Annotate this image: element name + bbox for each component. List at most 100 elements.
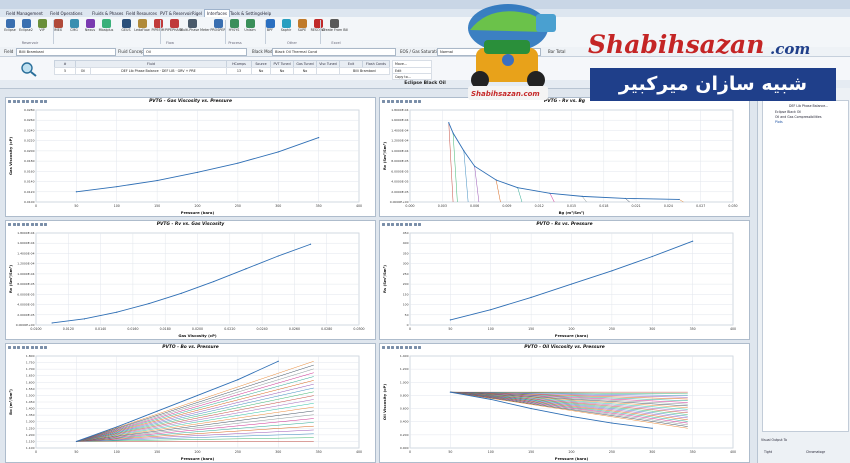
x-tick-label: 350: [690, 450, 696, 454]
chart-title: PVTG - Gas Viscosity vs. Pressure: [149, 99, 232, 104]
tab-help[interactable]: Help: [260, 10, 273, 17]
cell-type[interactable]: Oil: [75, 67, 91, 75]
radio-chromatogr[interactable]: Chromatogr: [806, 450, 825, 454]
tab-rigel[interactable]: Rigel: [190, 10, 204, 17]
data-point: [463, 150, 465, 152]
model-select[interactable]: Black Oil Thermal Cond: [272, 48, 396, 56]
x-tick-label: 0.000: [405, 204, 414, 208]
x-tick-label: 350: [316, 450, 322, 454]
cell-hcomps[interactable]: 13: [226, 67, 252, 75]
x-tick-label: 350: [690, 327, 696, 331]
x-tick-label: 50: [74, 450, 78, 454]
x-tick-label: 0: [35, 450, 37, 454]
data-point: [452, 132, 454, 134]
create-button[interactable]: Create From Bill: [322, 19, 348, 41]
y-tick-label: 1.6000E-04: [391, 118, 408, 122]
cell-visc-tuned[interactable]: [316, 67, 340, 75]
x-tick-label: 0.0120: [63, 327, 74, 331]
undersaturated-curve: [495, 179, 501, 203]
cell-gas-tuned[interactable]: No: [293, 67, 317, 75]
x-tick-label: 400: [730, 327, 736, 331]
x-tick-label: 400: [356, 204, 362, 208]
mbal-button[interactable]: Mbalplus: [98, 19, 114, 41]
y-tick-label: 1.400: [26, 407, 35, 411]
x-tick-label: 0.0300: [353, 327, 364, 331]
x-tick-label: 300: [275, 450, 281, 454]
cell-source[interactable]: No: [251, 67, 271, 75]
y-axis-label: Rv (Sm³/Sm³): [382, 142, 387, 171]
brand-watermark: Shabihsazan.com Shabihsazan .com شبیه سا…: [440, 0, 850, 112]
tab-field-management[interactable]: Field Management: [4, 10, 45, 17]
y-tick-label: 0.400: [400, 420, 409, 424]
x-tick-label: 150: [154, 450, 160, 454]
tree-item[interactable]: Plots: [775, 120, 783, 124]
undersaturated-curve: [549, 193, 555, 203]
chart-plot[interactable]: 0.000 0.003 0.006 0.009 0.012 0.015 0.018 0.021…: [380, 98, 749, 216]
eos-label: EOS / Gas Saturation: [400, 49, 442, 54]
eclipse2-icon: [21, 19, 31, 28]
x-tick-label: 0.0220: [224, 327, 235, 331]
x-tick-label: 0.0280: [321, 327, 332, 331]
unisim-button[interactable]: Unisim: [242, 19, 258, 41]
tree-item[interactable]: Oil and Gas Compressibilities: [775, 115, 822, 119]
chart-plot[interactable]: 0.0100 0.0120 0.0140 0.0160 0.0180 0.0200 0.02…: [6, 221, 375, 339]
x-tick-label: 0.009: [502, 204, 511, 208]
x-tick-label: 400: [356, 450, 362, 454]
chart-plot[interactable]: 0 50 100 150 200 250 300 350 400 1.100 1.150 1.200 1…: [6, 344, 375, 462]
x-tick-label: 150: [528, 450, 534, 454]
cell-pvt-tuned[interactable]: No: [270, 67, 294, 75]
undersaturated-curve: [463, 150, 469, 203]
nexus-icon: [85, 19, 95, 28]
x-axis-label: Pressure (bara): [555, 456, 589, 461]
chart-plot[interactable]: 0 50 100 150 200 250 300 350 400 0 50 100 150 200 250 3…: [380, 221, 749, 339]
chart-panel: 0 50 100 150 200 250 300 350 400 1.100 1.150 1.200 1…: [5, 343, 376, 463]
meter-button[interactable]: Multi-Phase Meter: [180, 19, 210, 41]
x-tick-label: 300: [649, 450, 655, 454]
tab-field-operations[interactable]: Field Operations: [48, 10, 85, 17]
x-tick-label: 250: [609, 450, 615, 454]
data-point: [75, 440, 77, 443]
y-tick-label: 0.0200: [24, 149, 35, 153]
tab-tools-settings[interactable]: Tools & Settings: [228, 10, 264, 17]
x-tick-label: 0.0160: [127, 327, 138, 331]
data-point: [277, 360, 279, 362]
field-select[interactable]: Billi Brambani: [16, 48, 116, 56]
cell-index[interactable]: 5: [54, 67, 76, 75]
mbal-icon: [101, 19, 111, 28]
tab-pvt-reservoir[interactable]: PVT & Reservoir: [158, 10, 194, 17]
data-point: [196, 394, 199, 397]
cell-fluid[interactable]: DEF Lib Phase Balance · DEF LIB · GRV + …: [90, 67, 227, 75]
y-tick-label: 1.250: [26, 426, 35, 430]
data-point: [570, 415, 573, 418]
y-tick-label: 1.750: [26, 361, 35, 365]
data-point: [318, 137, 320, 139]
y-tick-label: 6.0000E-05: [17, 292, 34, 296]
y-tick-label: 1.0000E-04: [391, 149, 408, 153]
data-point: [196, 171, 199, 173]
radio-tight[interactable]: Tight: [764, 450, 772, 454]
hysys-icon: [229, 19, 239, 28]
group-other: Other: [287, 41, 297, 45]
y-tick-label: 0.0000E+00: [390, 200, 409, 204]
tab-interfaces[interactable]: Interfaces: [204, 9, 230, 17]
chart-plot[interactable]: 0 50 100 150 200 250 300 350 400 0.0100 0.0120 0.01…: [6, 98, 375, 216]
data-point: [156, 179, 158, 182]
ribbon-button-label: Multi-Phase Meter: [180, 28, 210, 32]
chart-plot[interactable]: 0 50 100 150 200 250 300 350 400 0.000 0.200 0.400 0…: [380, 344, 749, 462]
x-tick-label: 250: [235, 204, 241, 208]
data-point: [245, 268, 247, 270]
data-point: [237, 162, 239, 164]
series-line: [450, 391, 653, 429]
fluid-search-icon[interactable]: [20, 61, 38, 77]
y-tick-label: 6.0000E-05: [391, 169, 408, 173]
x-tick-label: 150: [528, 327, 534, 331]
tab-field-resources[interactable]: Field Resources: [124, 10, 159, 17]
composition-select[interactable]: Oil: [143, 48, 247, 56]
tab-fluids-phases[interactable]: Fluids & Phases: [90, 10, 125, 17]
cell-flash-conds[interactable]: Billi Brambani: [339, 67, 390, 75]
copy-to-button[interactable]: Copy to...: [392, 73, 432, 80]
x-tick-label: 0.0200: [192, 327, 203, 331]
data-point: [581, 195, 583, 197]
x-tick-label: 50: [448, 450, 452, 454]
data-point: [570, 283, 573, 285]
